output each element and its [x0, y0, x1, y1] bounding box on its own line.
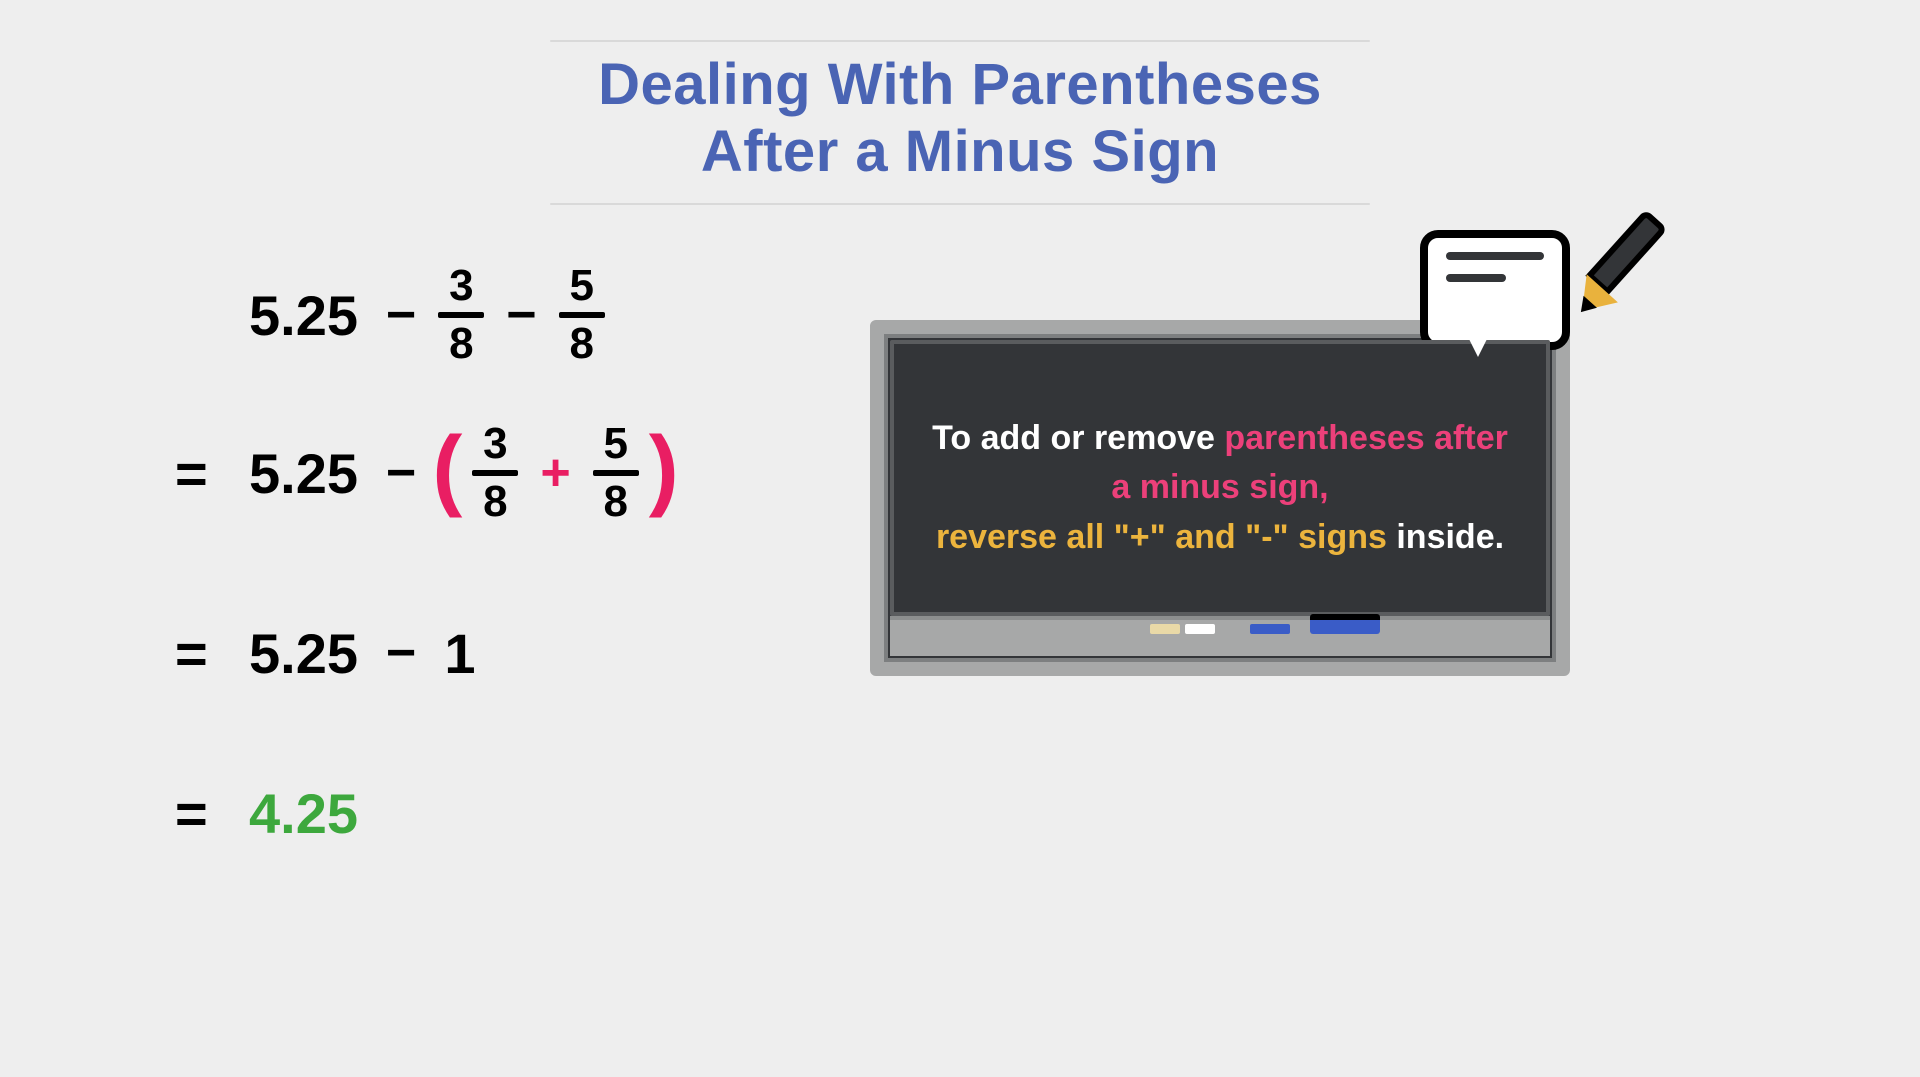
close-paren: ) — [649, 418, 679, 521]
value: 5.25 — [249, 441, 358, 506]
equals-sign: = — [175, 781, 235, 846]
fraction-5-8: 5 8 — [593, 422, 639, 524]
math-step-1: 5.25 − 3 8 − 5 8 — [175, 260, 681, 370]
open-paren: ( — [432, 418, 462, 521]
page-title-block: Dealing With Parentheses After a Minus S… — [0, 40, 1920, 205]
numerator: 5 — [603, 422, 627, 470]
page-title: Dealing With Parentheses After a Minus S… — [0, 42, 1920, 203]
numerator: 3 — [483, 422, 507, 470]
value: 1 — [444, 621, 475, 686]
chalk-icon — [1250, 624, 1290, 634]
minus-sign: − — [386, 443, 416, 503]
rule-text-part: inside. — [1387, 518, 1504, 556]
text-line-icon — [1446, 252, 1544, 260]
eraser-icon — [1310, 614, 1380, 634]
denominator: 8 — [483, 476, 507, 524]
plus-sign: + — [540, 443, 570, 503]
minus-sign: − — [386, 623, 416, 683]
rule-text-part: To add or remove — [932, 419, 1224, 457]
fraction-3-8: 3 8 — [438, 264, 484, 366]
math-step-3: = 5.25 − 1 — [175, 598, 681, 708]
rule-text-highlight: reverse all "+" and "-" signs — [936, 518, 1387, 556]
board-tray — [890, 616, 1550, 656]
pencil-icon — [1557, 209, 1677, 335]
minus-sign: − — [506, 285, 536, 345]
chalk-icon — [1150, 624, 1180, 634]
chalk-icon — [1185, 624, 1215, 634]
denominator: 8 — [570, 318, 594, 366]
equals-sign: = — [175, 441, 235, 506]
title-rule-bottom — [550, 203, 1370, 205]
board-frame: To add or remove parentheses after a min… — [870, 320, 1570, 676]
value: 5.25 — [249, 283, 358, 348]
numerator: 5 — [570, 264, 594, 312]
denominator: 8 — [449, 318, 473, 366]
minus-sign: − — [386, 285, 416, 345]
math-step-2: = 5.25 − ( 3 8 + 5 8 ) — [175, 418, 681, 528]
equals-sign: = — [175, 621, 235, 686]
title-line-1: Dealing With Parentheses — [598, 52, 1322, 117]
rule-board: To add or remove parentheses after a min… — [870, 320, 1570, 676]
rule-text: To add or remove parentheses after a min… — [924, 414, 1516, 562]
fraction-3-8: 3 8 — [472, 422, 518, 524]
math-steps: 5.25 − 3 8 − 5 8 = 5.25 − ( 3 8 + 5 8 ) — [175, 260, 681, 938]
title-line-2: After a Minus Sign — [701, 119, 1219, 184]
board-surface: To add or remove parentheses after a min… — [890, 340, 1550, 616]
text-line-icon — [1446, 274, 1506, 282]
value: 5.25 — [249, 621, 358, 686]
math-step-answer: = 4.25 — [175, 758, 681, 868]
fraction-5-8: 5 8 — [559, 264, 605, 366]
answer-value: 4.25 — [249, 781, 358, 846]
numerator: 3 — [449, 264, 473, 312]
speech-bubble-icon — [1420, 230, 1570, 350]
denominator: 8 — [603, 476, 627, 524]
